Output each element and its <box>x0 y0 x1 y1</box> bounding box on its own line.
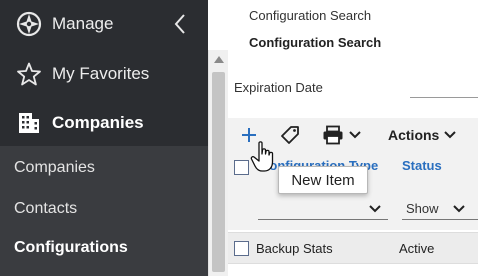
chevron-left-icon <box>174 14 185 34</box>
scroll-thumb[interactable] <box>212 72 225 272</box>
expiration-date-input[interactable] <box>410 76 478 98</box>
chevron-down-icon <box>369 205 381 213</box>
nav-item-companies[interactable]: Companies <box>0 99 208 147</box>
actions-menu-button[interactable]: Actions <box>388 122 457 148</box>
submenu-item-configurations[interactable]: Configurations <box>14 239 128 257</box>
sidebar: Manage My Favorites Companies Companies … <box>0 0 208 276</box>
table-row[interactable]: Backup Stats Active <box>228 232 478 264</box>
main-content: Configuration Search Configuration Searc… <box>228 0 478 276</box>
breadcrumb[interactable]: Configuration Search <box>249 8 371 23</box>
compass-icon <box>16 11 42 37</box>
configuration-type-filter[interactable] <box>258 198 388 220</box>
collapse-sidebar-button[interactable] <box>168 10 192 38</box>
scrollbar[interactable] <box>208 50 228 276</box>
actions-label: Actions <box>388 127 440 143</box>
chevron-down-icon <box>349 131 361 139</box>
tag-icon <box>281 126 299 144</box>
status-filter-value: Show <box>406 201 439 216</box>
star-icon <box>16 61 42 87</box>
chevron-down-icon <box>453 205 465 213</box>
nav-item-label: Companies <box>52 113 144 132</box>
page-title: Configuration Search <box>249 35 382 50</box>
nav-item-label: My Favorites <box>52 64 150 83</box>
new-item-tooltip: New Item <box>278 166 368 194</box>
select-all-checkbox[interactable] <box>234 160 249 175</box>
submenu-item-companies[interactable]: Companies <box>14 159 95 177</box>
print-menu-button[interactable] <box>322 122 362 148</box>
printer-icon <box>323 125 343 145</box>
row-checkbox[interactable] <box>234 241 249 256</box>
nav-item-my-favorites[interactable]: My Favorites <box>0 50 208 98</box>
hand-pointer-cursor-icon <box>250 141 274 172</box>
scroll-up-arrow-icon[interactable] <box>214 56 224 63</box>
expiration-date-label: Expiration Date <box>234 80 323 95</box>
column-header-status[interactable]: Status <box>402 158 442 173</box>
cell-status: Active <box>399 241 435 256</box>
submenu-item-contacts[interactable]: Contacts <box>14 200 77 218</box>
building-icon <box>16 110 42 136</box>
tag-button[interactable] <box>280 122 300 148</box>
cell-configuration-type[interactable]: Backup Stats <box>256 241 333 256</box>
chevron-down-icon <box>444 131 457 139</box>
nav-item-label: Manage <box>52 14 114 33</box>
status-filter[interactable]: Show <box>402 198 478 220</box>
submenu-panel: Companies Contacts Configurations <box>0 146 208 276</box>
